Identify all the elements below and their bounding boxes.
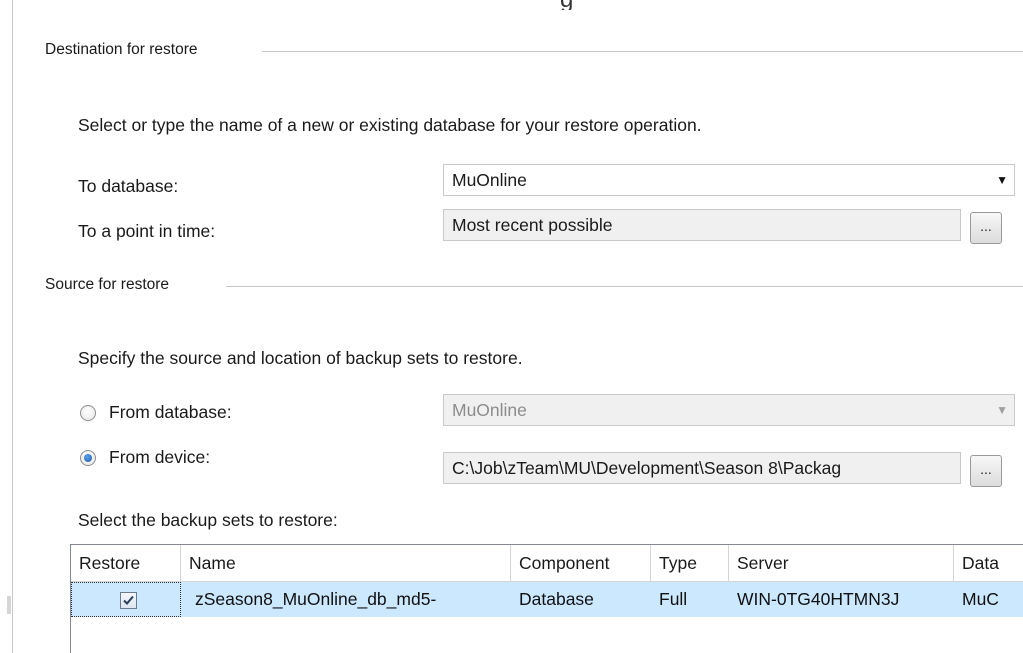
from-database-combobox[interactable]: MuOnline ▼: [443, 394, 1015, 426]
from-database-radio[interactable]: [80, 405, 96, 421]
point-in-time-label: To a point in time:: [78, 221, 216, 241]
column-header-database[interactable]: Data: [954, 545, 1023, 581]
grid-header: Restore Name Component Type Server Data: [71, 545, 1023, 582]
source-group-rule: [226, 286, 1023, 287]
column-header-type[interactable]: Type: [651, 545, 729, 581]
destination-description: Select or type the name of a new or exis…: [78, 115, 702, 135]
from-device-path-value: C:\Job\zTeam\MU\Development\Season 8\Pac…: [452, 458, 842, 478]
panel-left-border: [12, 0, 13, 653]
column-header-component[interactable]: Component: [511, 545, 651, 581]
from-device-browse-button[interactable]: ...: [970, 455, 1002, 487]
point-in-time-browse-button[interactable]: ...: [970, 212, 1002, 244]
destination-group-rule: [262, 51, 1023, 52]
to-database-value: MuOnline: [452, 170, 527, 190]
backup-sets-label: Select the backup sets to restore:: [78, 510, 338, 530]
panel-left-marker: [7, 596, 11, 614]
row-name: zSeason8_MuOnline_db_md5-: [195, 589, 437, 609]
from-device-radio[interactable]: [80, 450, 96, 466]
row-component: Database: [519, 589, 594, 609]
row-database: MuC: [962, 589, 999, 609]
point-in-time-value: Most recent possible: [452, 215, 613, 235]
restore-checkbox[interactable]: [120, 592, 137, 609]
destination-group-title: Destination for restore: [45, 41, 206, 59]
checkmark-icon: [123, 595, 134, 605]
to-database-combobox[interactable]: MuOnline ▼: [443, 164, 1015, 196]
chevron-down-icon[interactable]: ▼: [996, 395, 1008, 425]
cropped-top-text: g: [0, 0, 1023, 10]
point-in-time-field: Most recent possible: [443, 209, 961, 241]
table-row[interactable]: zSeason8_MuOnline_db_md5- Database Full …: [71, 582, 1023, 617]
restore-cell[interactable]: [71, 582, 181, 617]
backup-sets-grid[interactable]: Restore Name Component Type Server Data …: [70, 544, 1023, 653]
from-device-path-field[interactable]: C:\Job\zTeam\MU\Development\Season 8\Pac…: [443, 452, 961, 484]
source-group-title: Source for restore: [45, 276, 178, 294]
from-database-value: MuOnline: [452, 400, 527, 420]
source-description: Specify the source and location of backu…: [78, 348, 523, 368]
to-database-label: To database:: [78, 176, 179, 196]
from-device-label[interactable]: From device:: [109, 447, 210, 468]
row-type: Full: [659, 589, 688, 609]
row-server: WIN-0TG40HTMN3J: [737, 589, 900, 609]
column-header-restore[interactable]: Restore: [71, 545, 181, 581]
column-header-name[interactable]: Name: [181, 545, 511, 581]
column-header-server[interactable]: Server: [729, 545, 954, 581]
chevron-down-icon[interactable]: ▼: [996, 165, 1008, 195]
from-database-label[interactable]: From database:: [109, 402, 232, 423]
